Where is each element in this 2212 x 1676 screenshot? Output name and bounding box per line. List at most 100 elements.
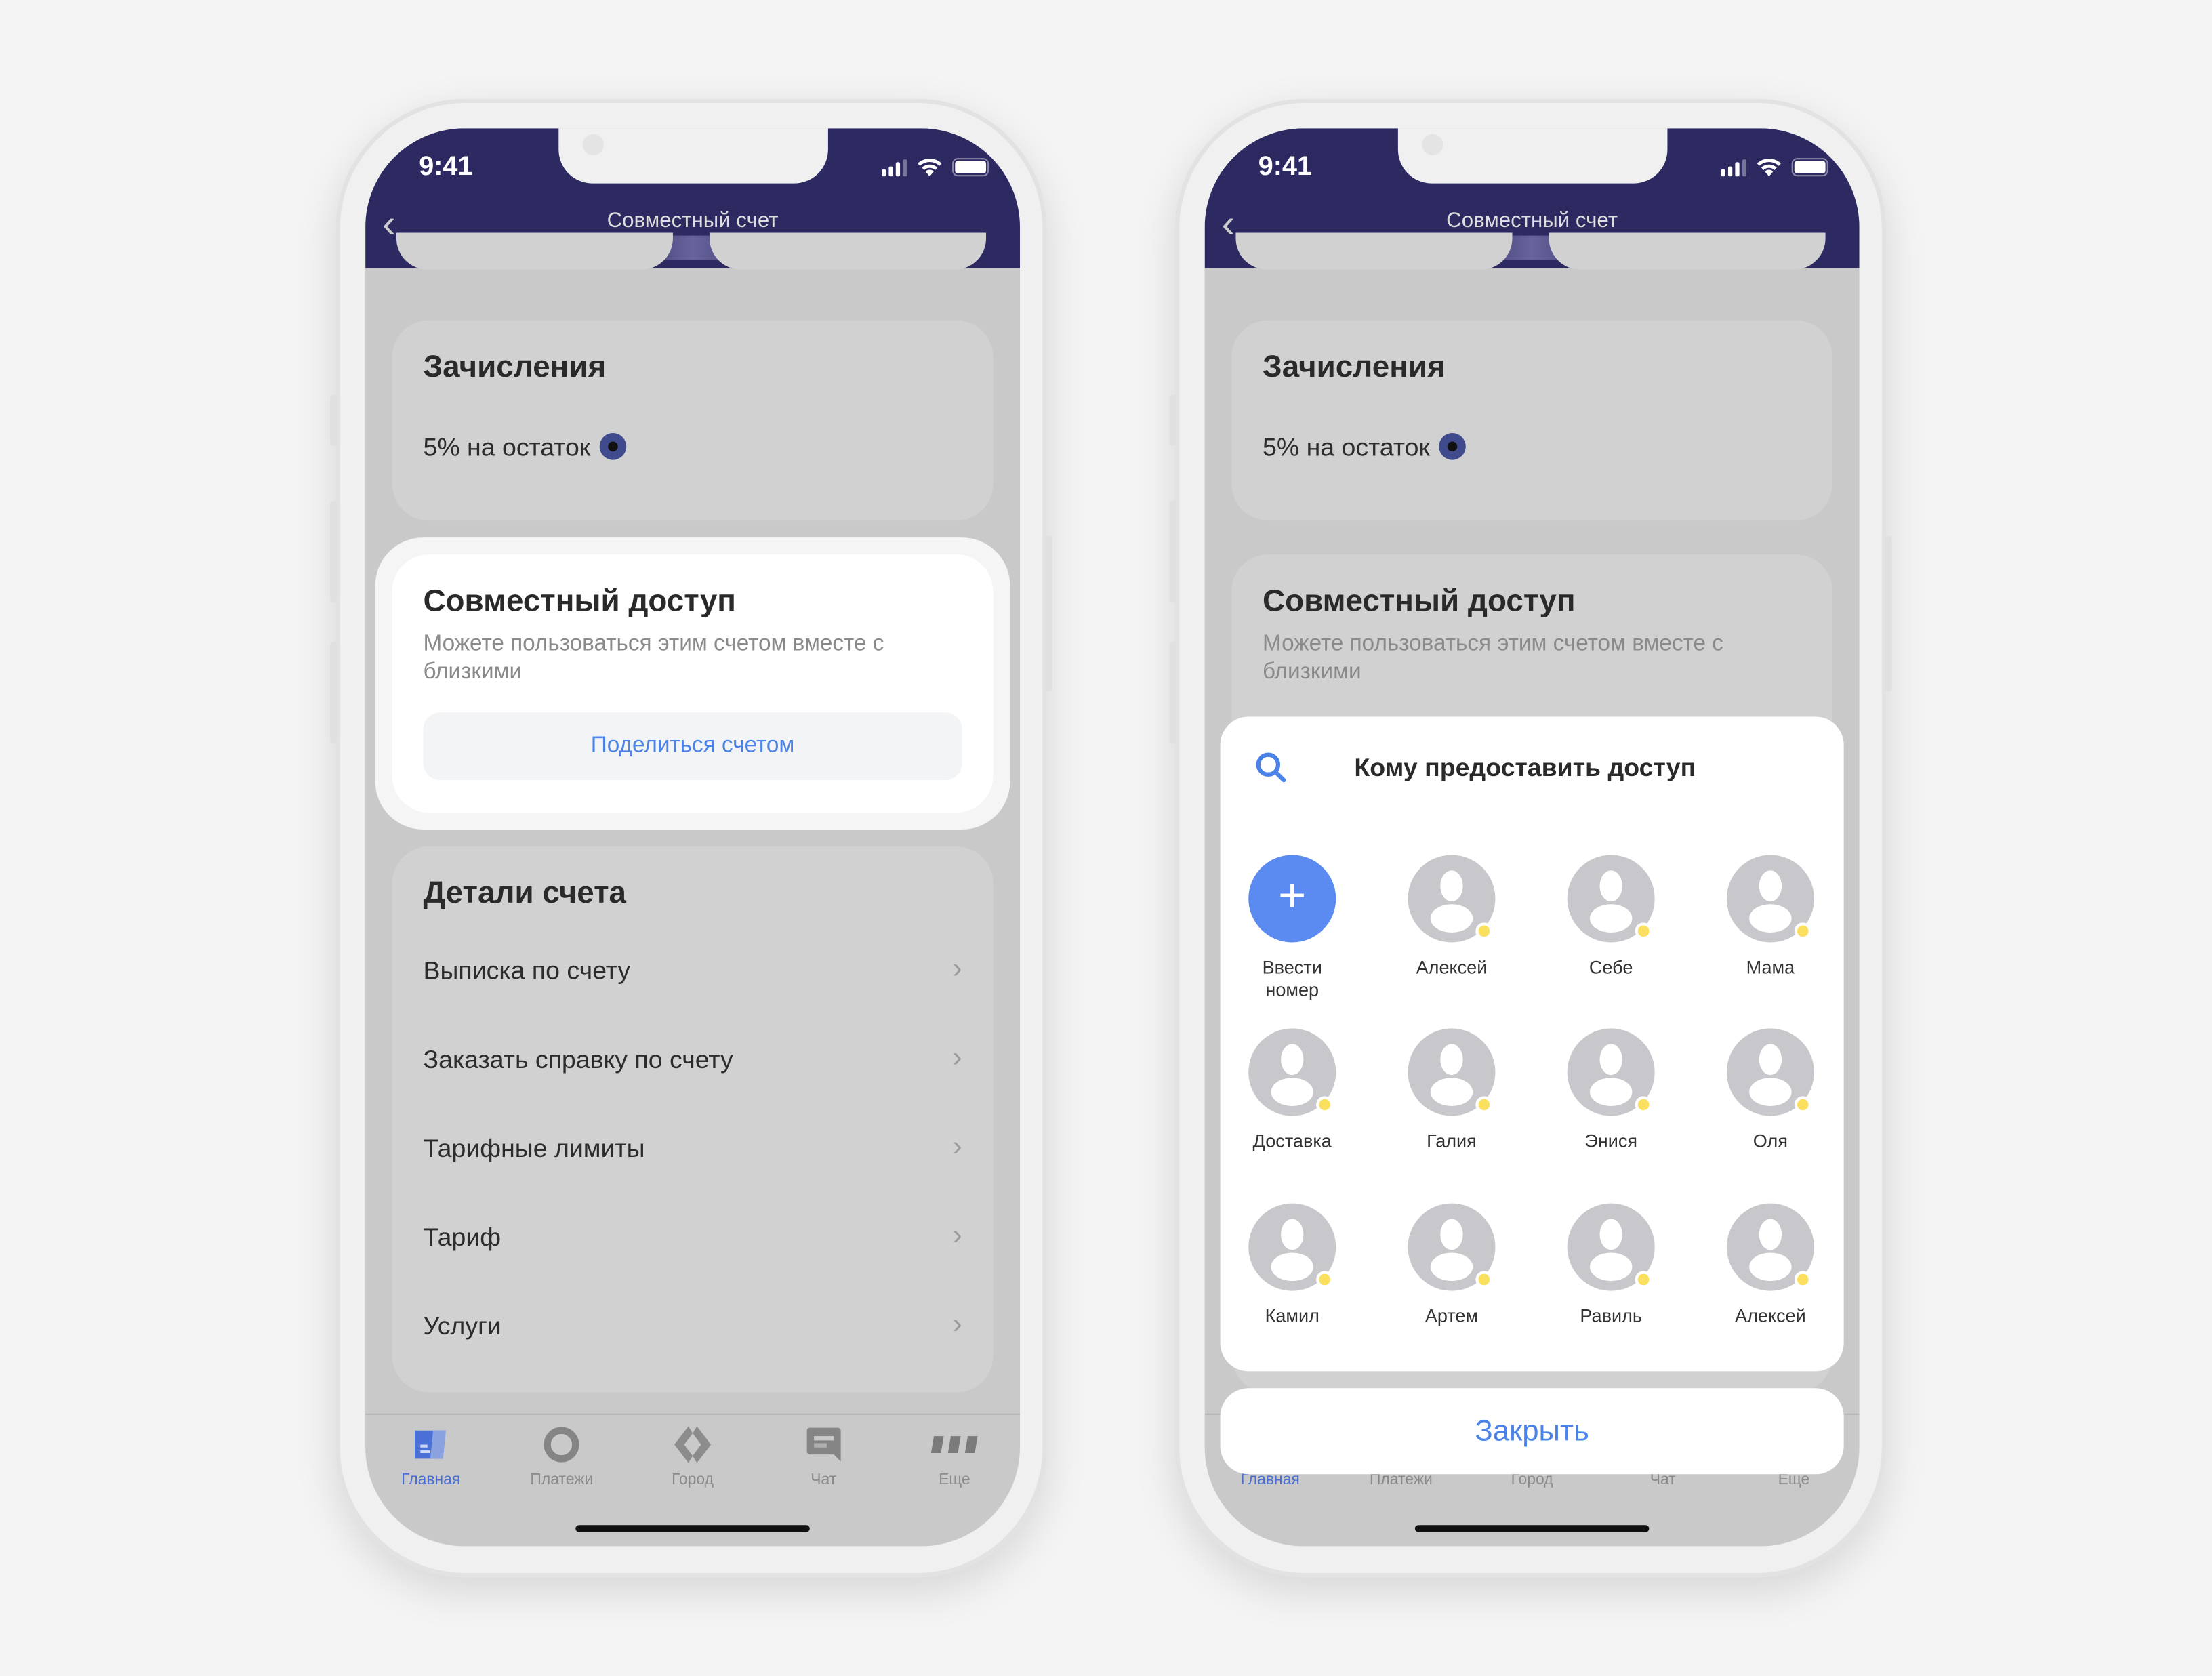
online-dot-icon	[1475, 1096, 1493, 1113]
top-card-left	[396, 232, 673, 270]
notch	[1397, 128, 1668, 184]
contact-item[interactable]: Мама	[1700, 855, 1841, 979]
details-row[interactable]: Услуги ›	[423, 1309, 962, 1342]
contact-label: Алексей	[1416, 956, 1488, 978]
online-dot-icon	[1316, 1096, 1334, 1113]
share-sheet: Кому предоставить доступ + Ввести номер Але…	[1220, 716, 1844, 1372]
top-card-right	[710, 232, 987, 270]
info-icon[interactable]	[598, 433, 626, 460]
status-time: 9:41	[419, 152, 473, 182]
power-button	[1045, 536, 1052, 691]
mute-switch	[1169, 394, 1177, 446]
row-label: Тарифные лимиты	[423, 1134, 645, 1163]
row-label: Выписка по счету	[423, 956, 631, 985]
details-row[interactable]: Заказать справку по счету ›	[423, 1042, 962, 1075]
ring-icon	[496, 1426, 627, 1463]
contact-item[interactable]: Равиль	[1540, 1203, 1681, 1328]
tab-label: Главная	[401, 1471, 461, 1489]
shared-title: Совместный доступ	[423, 582, 736, 618]
online-dot-icon	[1794, 922, 1811, 940]
row-label: Тариф	[423, 1223, 501, 1252]
accruals-card: Зачисления 5% на остаток	[1231, 320, 1832, 521]
chevron-right-icon: ›	[952, 1131, 962, 1163]
contact-item[interactable]: Энися	[1540, 1028, 1681, 1152]
online-dot-icon	[1475, 1271, 1493, 1288]
tab-2[interactable]: Город	[627, 1426, 758, 1488]
more-icon	[889, 1426, 1020, 1463]
tab-3[interactable]: Чат	[758, 1426, 889, 1488]
tab-4[interactable]: Еще	[889, 1426, 1020, 1488]
signal-icon	[882, 159, 907, 176]
details-row[interactable]: Выписка по счету ›	[423, 954, 962, 986]
search-icon[interactable]	[1254, 750, 1288, 784]
tabbar: Главная Платежи Город Чат Еще	[365, 1426, 1020, 1488]
tab-label: Город	[672, 1471, 714, 1489]
tab-1[interactable]: Платежи	[496, 1426, 627, 1488]
home-card-icon	[365, 1426, 496, 1463]
shared-title: Совместный доступ	[1263, 582, 1576, 618]
status-icons	[1721, 158, 1828, 177]
details-row[interactable]: Тарифные лимиты ›	[423, 1131, 962, 1164]
rate-text: 5% на остаток	[423, 433, 591, 462]
phone-account: 9:41 ‹ Совместный счет Зачисления 5% на …	[330, 98, 1052, 1578]
online-dot-icon	[1316, 1271, 1334, 1288]
tab-0[interactable]: Главная	[365, 1426, 496, 1488]
wifi-icon	[1757, 159, 1782, 177]
details-title: Детали счета	[423, 874, 627, 910]
home-indicator	[1414, 1525, 1650, 1532]
contact-label: Энися	[1584, 1130, 1638, 1151]
online-dot-icon	[1635, 922, 1652, 940]
enter-number-button[interactable]: + Ввести номер	[1222, 855, 1363, 1001]
contact-item[interactable]: Алексей	[1381, 855, 1522, 979]
shared-subtitle: Можете пользоваться этим счетом вместе с…	[1263, 632, 1723, 684]
header-title: Совместный счет	[1446, 209, 1618, 233]
screen: 9:41 ‹ Совместный счет Зачисления 5% на …	[365, 128, 1020, 1547]
online-dot-icon	[1635, 1271, 1652, 1288]
accruals-title: Зачисления	[1263, 348, 1446, 384]
contact-label: Оля	[1753, 1130, 1788, 1151]
status-time: 9:41	[1258, 152, 1312, 182]
camera	[1422, 134, 1443, 155]
contact-item[interactable]: Себе	[1540, 855, 1681, 979]
contact-item[interactable]: Артем	[1381, 1203, 1522, 1328]
accruals-card: Зачисления 5% на остаток	[392, 320, 994, 521]
chevron-right-icon: ›	[952, 1220, 962, 1252]
info-icon[interactable]	[1438, 433, 1465, 460]
share-account-button[interactable]: Поделиться счетом	[423, 712, 962, 781]
stage: 9:41 ‹ Совместный счет Зачисления 5% на …	[0, 0, 2212, 1676]
volume-up-button	[1169, 500, 1177, 602]
battery-icon	[1791, 158, 1828, 177]
contact-item[interactable]: Алексей	[1700, 1203, 1841, 1328]
tab-label: Платежи	[530, 1471, 594, 1489]
contact-label: Равиль	[1580, 1305, 1642, 1326]
tab-label: Еще	[939, 1471, 970, 1489]
status-icons	[882, 158, 989, 177]
close-button[interactable]: Закрыть	[1220, 1388, 1844, 1475]
details-row[interactable]: Тариф ›	[423, 1220, 962, 1253]
camera	[582, 134, 604, 155]
top-card-right	[1549, 232, 1826, 270]
contact-item[interactable]: Оля	[1700, 1028, 1841, 1152]
contact-label: Ввести номер	[1262, 956, 1322, 1000]
row-label: Заказать справку по счету	[423, 1045, 733, 1074]
battery-icon	[952, 158, 989, 177]
details-card: Детали счета Выписка по счету›Заказать с…	[392, 846, 994, 1393]
volume-down-button	[330, 642, 337, 744]
contact-item[interactable]: Галия	[1381, 1028, 1522, 1152]
contact-item[interactable]: Доставка	[1222, 1028, 1363, 1152]
online-dot-icon	[1794, 1096, 1811, 1113]
power-button	[1885, 536, 1892, 691]
chevron-right-icon: ›	[952, 1042, 962, 1074]
contact-label: Мама	[1746, 956, 1795, 978]
accruals-rate: 5% на остаток	[1263, 433, 1465, 463]
contact-item[interactable]: Камил	[1222, 1203, 1363, 1328]
accruals-rate: 5% на остаток	[423, 433, 626, 463]
accruals-title: Зачисления	[423, 348, 607, 384]
city-diamond-icon	[627, 1426, 758, 1463]
top-card-left	[1235, 232, 1513, 270]
phone-share-sheet: 9:41 ‹ Совместный счет Зачисления 5% на …	[1169, 98, 1892, 1578]
notch	[558, 128, 828, 184]
tabbar-divider	[365, 1413, 1020, 1415]
online-dot-icon	[1794, 1271, 1811, 1288]
contact-label: Алексей	[1735, 1305, 1806, 1326]
